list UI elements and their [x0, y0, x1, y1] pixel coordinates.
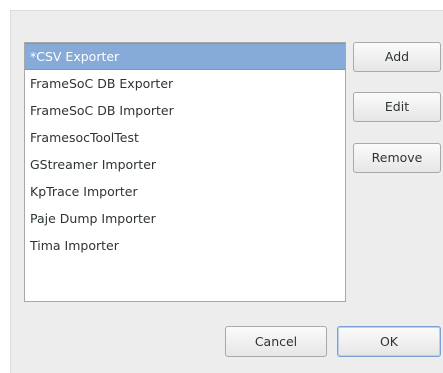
list-item[interactable]: FrameSoC DB Exporter [25, 70, 345, 97]
list-item[interactable]: KpTrace Importer [25, 178, 345, 205]
add-button[interactable]: Add [353, 42, 441, 72]
remove-button[interactable]: Remove [353, 143, 441, 173]
exporter-importer-list[interactable]: *CSV Exporter FrameSoC DB Exporter Frame… [24, 42, 346, 302]
edit-button[interactable]: Edit [353, 92, 441, 122]
list-item[interactable]: *CSV Exporter [25, 43, 345, 70]
list-item[interactable]: GStreamer Importer [25, 151, 345, 178]
list-item[interactable]: Paje Dump Importer [25, 205, 345, 232]
list-item[interactable]: Tima Importer [25, 232, 345, 259]
list-item[interactable]: FrameSoC DB Importer [25, 97, 345, 124]
list-item[interactable]: FramesocToolTest [25, 124, 345, 151]
cancel-button[interactable]: Cancel [225, 326, 327, 357]
dialog-panel: *CSV Exporter FrameSoC DB Exporter Frame… [10, 10, 443, 373]
dialog-window: *CSV Exporter FrameSoC DB Exporter Frame… [0, 0, 443, 373]
ok-button[interactable]: OK [337, 326, 441, 357]
